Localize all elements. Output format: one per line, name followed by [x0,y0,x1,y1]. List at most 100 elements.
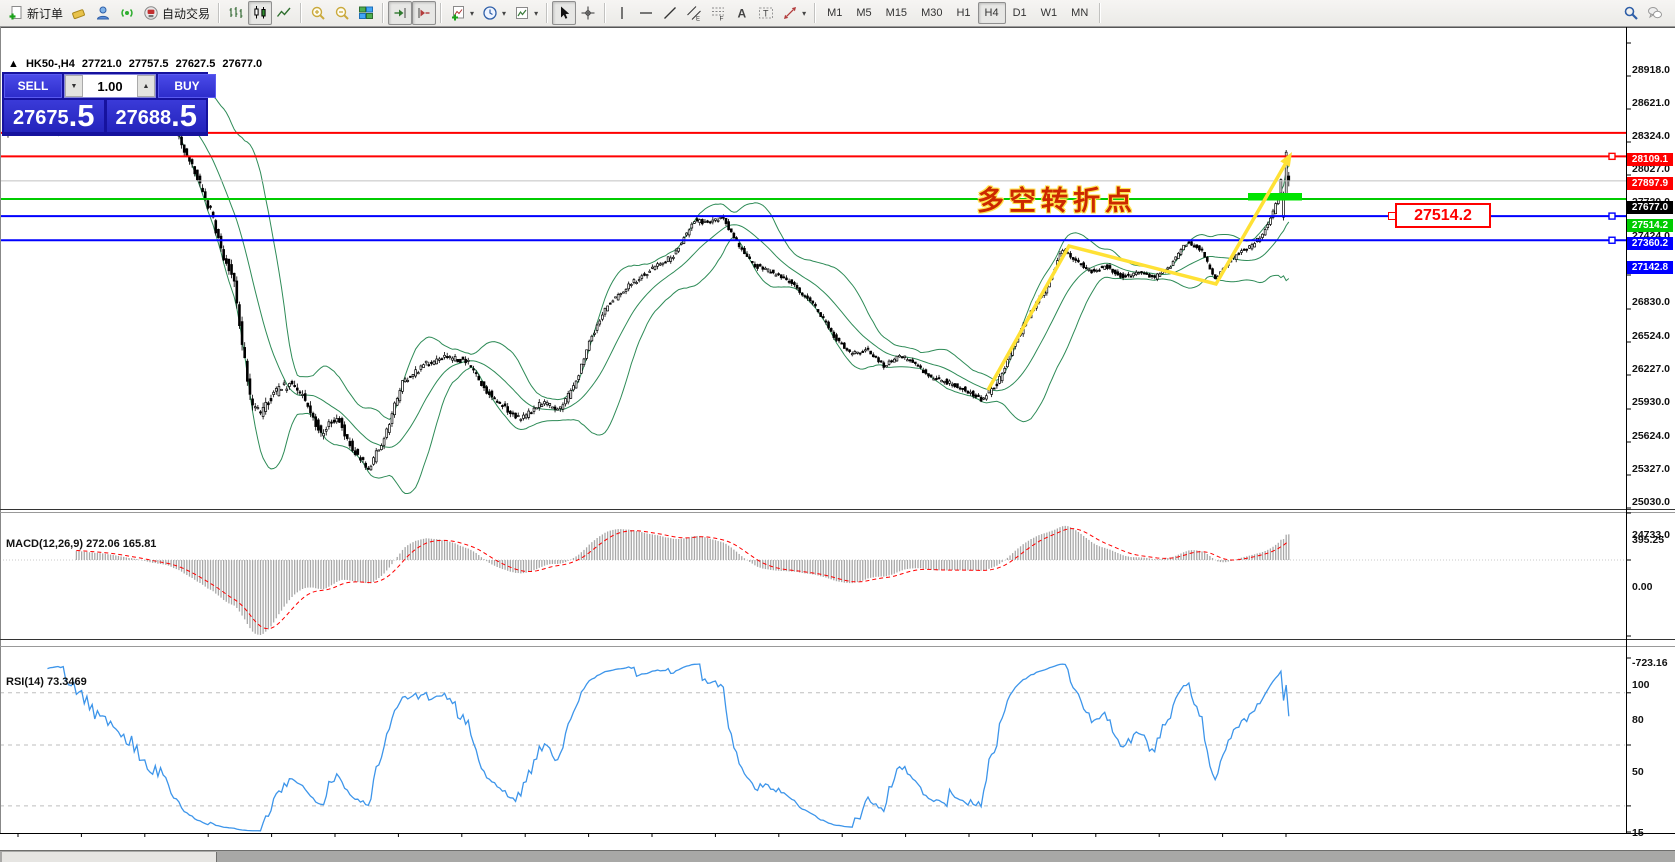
callout-anchor-handle[interactable] [1388,212,1396,220]
tile-windows-icon [358,5,374,21]
zoom-out-button[interactable] [330,1,354,25]
volume-decrease-button[interactable]: ▼ [65,75,83,97]
tile-windows-button[interactable] [354,1,378,25]
low-value: 27627.5 [176,58,216,70]
price-axis-tick-label: 26830.0 [1632,296,1670,308]
chart-canvas[interactable] [0,27,1675,850]
rsi-pane [0,664,1626,831]
line-handle [1609,213,1615,219]
periods-button[interactable]: ▾ [478,1,510,25]
crosshair-button[interactable] [576,1,600,25]
search-button[interactable] [1619,1,1643,25]
chat-icon [1647,5,1663,21]
bar-chart-button[interactable] [224,1,248,25]
vertical-line-button[interactable] [610,1,634,25]
volume-increase-button[interactable]: ▲ [137,75,155,97]
open-value: 27721.0 [82,58,122,70]
vertical-line-icon [614,5,630,21]
new-order-button-label: 新订单 [27,5,63,22]
volume-input[interactable] [83,75,137,97]
timeframe-m1-button[interactable]: M1 [820,2,849,24]
macd-label: MACD(12,26,9) 272.06 165.81 [6,538,156,550]
channel-icon: E [686,5,702,21]
zoom-in-button[interactable] [306,1,330,25]
profiles-button[interactable] [91,1,115,25]
sell-price[interactable]: 27675 .5 [4,100,104,132]
toolbar-separator [546,3,548,23]
indicators-button[interactable]: ▾ [446,1,478,25]
chevron-down-icon[interactable]: ▾ [534,9,538,18]
auto-trading-button-label: 自动交易 [162,5,210,22]
price-axis-tick-label: 25327.0 [1632,463,1670,475]
svg-text:F: F [720,16,724,22]
price-level-badge: 27677.0 [1627,201,1673,214]
buy-price[interactable]: 27688 .5 [107,100,207,132]
equidistant-channel-button[interactable]: E [682,1,706,25]
horizontal-line-icon [638,5,654,21]
buy-button[interactable]: BUY [158,74,216,98]
chart-window[interactable]: ▲ HK50-,H4 27721.0 27757.5 27627.5 27677… [0,27,1675,850]
shapes-icon [782,5,798,21]
collapse-arrow-icon[interactable]: ▲ [8,58,19,70]
templates-button[interactable]: ▾ [510,1,542,25]
macd-axis-tick-label: 395.25 [1632,534,1664,546]
timeframe-bar: M1M5M15M30H1H4D1W1MN [820,2,1105,24]
horizontal-line-button[interactable] [634,1,658,25]
fibonacci-button[interactable]: F [706,1,730,25]
text-button[interactable]: A [730,1,754,25]
search-icon [1623,5,1639,21]
candles-layer [7,88,1290,470]
zoom-in-icon [310,5,326,21]
timeframe-m30-button[interactable]: M30 [914,2,949,24]
sell-button[interactable]: SELL [4,74,62,98]
timeframe-d1-button[interactable]: D1 [1006,2,1034,24]
toolbar-separator [1099,3,1101,23]
bollinger-upper-band [58,87,1289,419]
rsi-label: RSI(14) 73.3469 [6,676,87,688]
trendline-icon [662,5,678,21]
line-chart-button[interactable] [272,1,296,25]
fibonacci-icon: F [710,5,726,21]
chevron-down-icon[interactable]: ▾ [802,9,806,18]
timeframe-w1-button[interactable]: W1 [1034,2,1065,24]
line-handle [1609,153,1615,159]
price-level-badge: 27360.2 [1627,237,1673,250]
chat-button[interactable] [1643,1,1667,25]
new-order-button[interactable]: 新订单 [4,1,67,25]
trendline-button[interactable] [658,1,682,25]
timeframe-mn-button[interactable]: MN [1064,2,1095,24]
price-callout-box[interactable]: 27514.2 [1395,203,1491,228]
timeframe-m5-button[interactable]: M5 [849,2,878,24]
candlestick-chart-button[interactable] [248,1,272,25]
chevron-down-icon[interactable]: ▾ [470,9,474,18]
chart-annotation-text: 多空转折点 [977,179,1137,218]
price-axis-tick-label: 26227.0 [1632,363,1670,375]
arrows-button[interactable]: ▾ [778,1,810,25]
timeframe-m15-button[interactable]: M15 [879,2,914,24]
price-level-badge: 28109.1 [1627,153,1673,166]
toolbar-buttons: 新订单 自动交易 ▾ ▾ ▾ E FAT ▾ [4,1,820,25]
cursor-button[interactable] [552,1,576,25]
toolbar-separator [814,3,816,23]
chevron-down-icon[interactable]: ▾ [502,9,506,18]
price-level-badge: 27514.2 [1627,219,1673,232]
timeframe-h4-button[interactable]: H4 [978,2,1006,24]
label-icon: T [758,5,774,21]
price-axis-tick-label: 25030.0 [1632,496,1670,508]
chart-tab[interactable] [2,852,217,862]
timeframe-h1-button[interactable]: H1 [949,2,977,24]
chart-shift-icon [416,5,432,21]
text-label-button[interactable]: T [754,1,778,25]
eraser-button[interactable] [67,1,91,25]
toolbar-separator [382,3,384,23]
chart-tab-bar [0,850,1675,862]
price-axis-tick-label: 28918.0 [1632,64,1670,76]
crosshair-icon [580,5,596,21]
chart-shift-button[interactable] [412,1,436,25]
auto-trading-button[interactable]: 自动交易 [139,1,214,25]
toolbar-separator [300,3,302,23]
toolbar: 新订单 自动交易 ▾ ▾ ▾ E FAT ▾ M1M5M15M30H1H4D1W1MN [0,0,1675,27]
signals-button[interactable] [115,1,139,25]
auto-scroll-button[interactable] [388,1,412,25]
line-handle [1609,237,1615,243]
